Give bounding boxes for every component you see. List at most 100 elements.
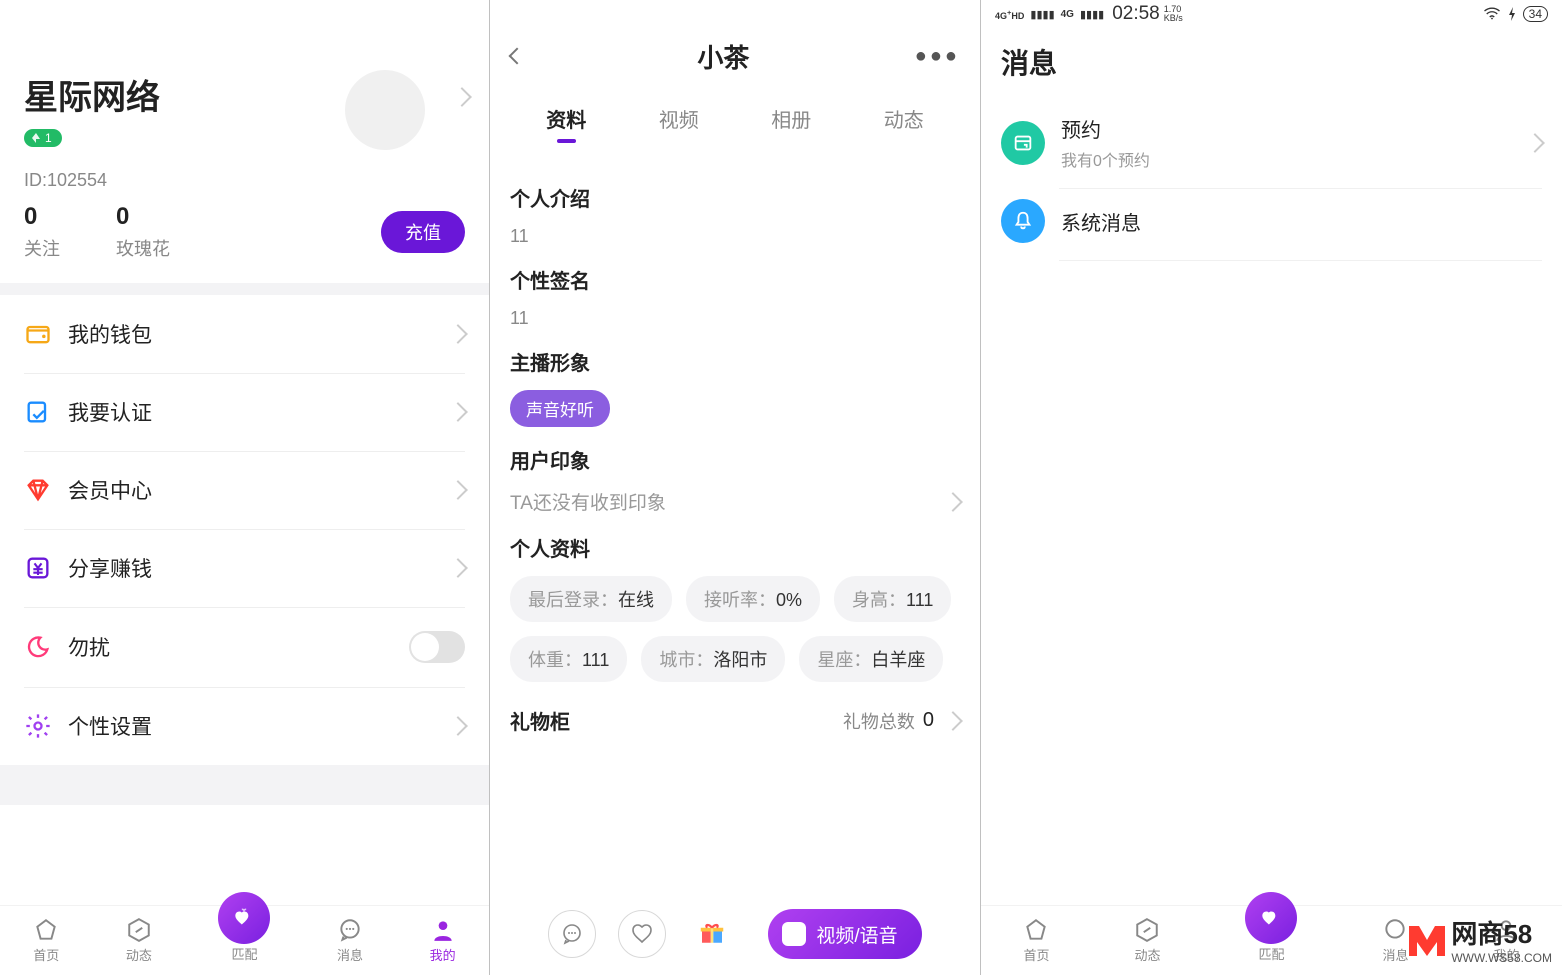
menu-label: 我的钱包 <box>68 319 152 349</box>
page-title: 小茶 <box>697 38 749 75</box>
watermark-brand: 网商58 <box>1451 914 1552 951</box>
section-info-header: 个人资料 <box>510 533 960 562</box>
hearts-icon <box>1258 905 1284 931</box>
like-button[interactable] <box>618 910 666 958</box>
recharge-button[interactable]: 充值 <box>381 211 465 253</box>
tab-album[interactable]: 相册 <box>767 96 815 145</box>
intro-value: 11 <box>510 226 960 247</box>
tab-video[interactable]: 视频 <box>655 96 703 145</box>
chat-icon <box>560 922 584 946</box>
chevron-left-icon <box>509 48 526 65</box>
chip-weight: 体重：111 <box>510 636 627 682</box>
chip-zodiac: 星座：白羊座 <box>799 636 943 682</box>
nav-home[interactable]: 首页 <box>1023 917 1049 964</box>
section-image-header: 主播形象 <box>510 347 960 376</box>
yuan-icon <box>24 554 52 582</box>
net-speed: 1.70 KB/s <box>1164 5 1183 23</box>
item-title: 预约 <box>1061 114 1150 143</box>
chip-height: 身高：111 <box>834 576 951 622</box>
section-signature-header: 个性签名 <box>510 265 960 294</box>
watermark-url: WWW.WS58.COM <box>1451 951 1552 965</box>
menu-verify[interactable]: 我要认证 <box>0 373 489 451</box>
section-intro-header: 个人介绍 <box>510 183 960 212</box>
nav-me[interactable]: 我的 <box>430 917 456 964</box>
menu-label: 个性设置 <box>68 711 152 741</box>
heart-icon <box>630 922 654 946</box>
nav-feed[interactable]: 动态 <box>1134 917 1160 964</box>
watermark-logo-icon <box>1403 916 1451 964</box>
status-time: 02:58 <box>1112 3 1160 25</box>
video-icon <box>782 922 806 946</box>
match-fab[interactable] <box>1245 892 1297 944</box>
chevron-right-icon <box>943 492 963 512</box>
wifi-icon <box>1483 7 1501 21</box>
moon-icon <box>24 633 52 661</box>
action-bar: 视频/语音 <box>490 893 980 975</box>
section-gift-header: 礼物柜 <box>510 706 570 735</box>
chat-button[interactable] <box>548 910 596 958</box>
back-button[interactable] <box>502 41 532 71</box>
home-icon <box>1023 917 1049 943</box>
charging-icon <box>1507 6 1517 22</box>
msg-item-appointment[interactable]: 预约 我有0个预约 <box>981 100 1562 185</box>
chip-last-login: 最后登录：在线 <box>510 576 672 622</box>
impression-placeholder: TA还没有收到印象 <box>510 488 666 515</box>
item-subtitle: 我有0个预约 <box>1061 147 1150 171</box>
chat-icon <box>337 917 363 943</box>
nav-home[interactable]: 首页 <box>33 917 59 964</box>
calendar-icon <box>1001 121 1045 165</box>
image-tag: 声音好听 <box>510 390 610 427</box>
chevron-right-icon <box>448 402 468 422</box>
bottom-nav: 首页 动态 匹配 消息 我的 <box>0 905 489 975</box>
panel-messages: 4G+HD ▮▮▮▮ 4G ▮▮▮▮ 02:58 1.70 KB/s 34 消息… <box>981 0 1562 975</box>
compass-icon <box>1134 917 1160 943</box>
stat-follow[interactable]: 0 关注 <box>24 203 60 261</box>
chevron-right-icon <box>943 711 963 731</box>
user-id: ID:102554 <box>0 170 489 203</box>
msg-item-system[interactable]: 系统消息 <box>981 185 1562 257</box>
impression-row[interactable]: TA还没有收到印象 <box>510 488 960 515</box>
menu-vip[interactable]: 会员中心 <box>0 451 489 529</box>
item-title: 系统消息 <box>1061 207 1141 236</box>
section-impression-header: 用户印象 <box>510 445 960 474</box>
nav-messages[interactable]: 消息 <box>337 917 363 964</box>
watermark: 网商58 WWW.WS58.COM <box>1403 914 1552 965</box>
username: 星际网络 <box>24 70 160 119</box>
gift-button[interactable] <box>688 910 736 958</box>
video-call-button[interactable]: 视频/语音 <box>768 909 921 959</box>
menu-settings[interactable]: 个性设置 <box>0 687 489 765</box>
section-divider <box>0 283 489 295</box>
match-fab[interactable] <box>218 892 270 944</box>
compass-icon <box>126 917 152 943</box>
menu-label: 勿扰 <box>68 632 110 662</box>
diamond-icon <box>24 476 52 504</box>
signature-value: 11 <box>510 308 960 329</box>
nav-match[interactable]: 匹配 <box>1245 918 1297 963</box>
menu-wallet[interactable]: 我的钱包 <box>0 295 489 373</box>
avatar[interactable] <box>345 70 425 150</box>
gift-icon <box>697 919 727 949</box>
more-icon[interactable]: ●●● <box>915 45 960 68</box>
nav-match[interactable]: 匹配 <box>218 918 270 963</box>
nav-feed[interactable]: 动态 <box>126 917 152 964</box>
menu-share[interactable]: 分享赚钱 <box>0 529 489 607</box>
chevron-right-icon <box>1525 133 1545 153</box>
hearts-icon <box>231 905 257 931</box>
battery-badge: 34 <box>1523 6 1548 22</box>
menu-dnd[interactable]: 勿扰 <box>0 607 489 687</box>
chip-answer-rate: 接听率：0% <box>686 576 820 622</box>
bell-icon <box>1001 199 1045 243</box>
gift-total[interactable]: 礼物总数 0 <box>843 708 960 734</box>
section-divider <box>0 765 489 805</box>
panel-profile-detail: 小茶 ●●● 资料 视频 相册 动态 个人介绍 11 个性签名 11 主播形象 … <box>490 0 981 975</box>
tab-profile[interactable]: 资料 <box>542 96 590 145</box>
menu-label: 我要认证 <box>68 397 152 427</box>
menu-label: 会员中心 <box>68 475 152 505</box>
status-bar: 4G+HD ▮▮▮▮ 4G ▮▮▮▮ 02:58 1.70 KB/s 34 <box>981 0 1562 28</box>
stat-rose[interactable]: 0 玫瑰花 <box>116 203 170 261</box>
home-icon <box>33 917 59 943</box>
panel-my-profile: 星际网络 1 ID:102554 0 关注 0 玫瑰花 充值 我的钱包 我要认证 <box>0 0 490 975</box>
dnd-toggle[interactable] <box>409 631 465 663</box>
tab-feed[interactable]: 动态 <box>880 96 928 145</box>
gear-icon <box>24 712 52 740</box>
